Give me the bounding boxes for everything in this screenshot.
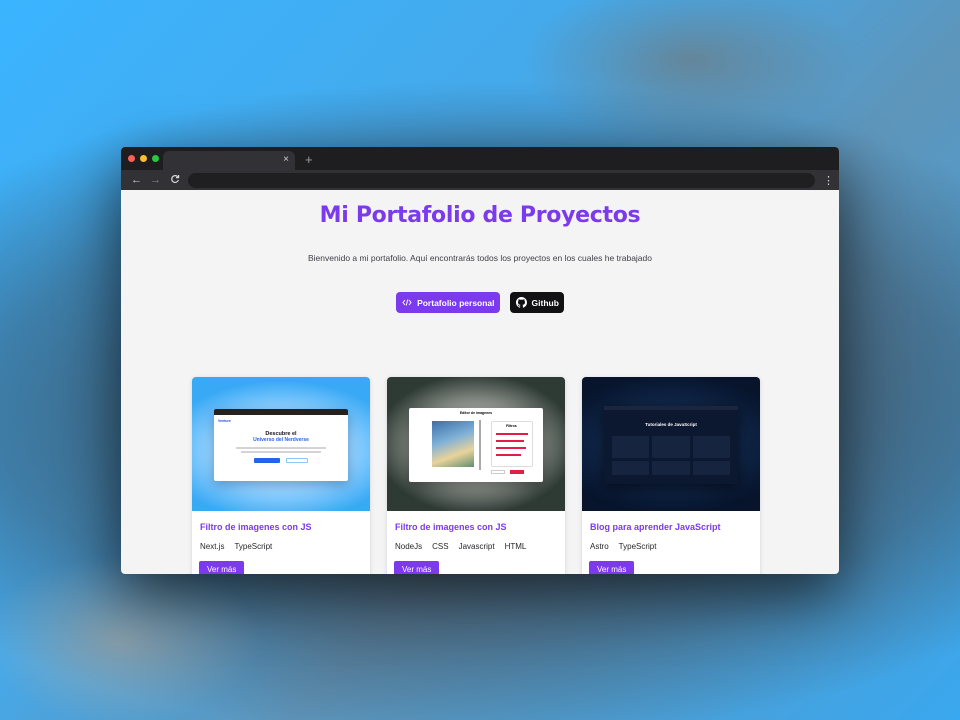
github-icon xyxy=(515,297,527,308)
back-arrow-icon[interactable]: ← xyxy=(127,174,146,186)
address-bar[interactable] xyxy=(188,172,815,188)
portfolio-page: Mi Portafolio de Proyectos Bienvenido a … xyxy=(121,190,839,574)
project-title: Filtro de imagenes con JS xyxy=(200,522,312,532)
project-thumbnail[interactable]: Tutoriales de JavaScript xyxy=(582,377,760,511)
browser-window: × + ← → ⋮ Mi Portafolio de Proyectos Bie… xyxy=(121,147,839,574)
preview-brand: Venture xyxy=(218,419,231,423)
project-card: Tutoriales de JavaScript Blog para apren… xyxy=(582,377,760,574)
project-thumbnail[interactable]: Venture Descubre el Universo del Nerdver… xyxy=(192,377,370,511)
page-title: Mi Portafolio de Proyectos xyxy=(319,203,641,228)
project-tag: CSS xyxy=(432,542,449,551)
browser-toolbar: ← → ⋮ xyxy=(121,170,839,190)
view-more-button[interactable]: Ver más xyxy=(394,561,440,574)
project-tag: Astro xyxy=(590,542,609,551)
github-button-label: Github xyxy=(531,297,559,308)
project-card: Venture Descubre el Universo del Nerdver… xyxy=(192,377,370,574)
view-more-button[interactable]: Ver más xyxy=(199,561,245,574)
portfolio-button-label: Portafolio personal xyxy=(417,297,495,308)
thumbnail-screenshot: Editor de imagenes Filtros xyxy=(409,408,543,482)
tab-close-icon[interactable]: × xyxy=(283,154,289,166)
thumbnail-screenshot: Venture Descubre el Universo del Nerdver… xyxy=(214,409,348,481)
new-tab-icon[interactable]: + xyxy=(305,153,313,167)
thumbnail-screenshot: Tutoriales de JavaScript xyxy=(604,406,738,484)
project-tag: TypeScript xyxy=(234,542,273,551)
github-button[interactable]: Github xyxy=(509,292,564,313)
preview-heading: Editor de imagenes xyxy=(459,411,493,415)
code-icon xyxy=(402,298,412,307)
project-thumbnail[interactable]: Editor de imagenes Filtros xyxy=(387,377,565,511)
window-controls xyxy=(128,155,159,162)
preview-heading: Tutoriales de JavaScript xyxy=(645,422,697,427)
intro-text: Bienvenido a mi portafolio. Aquí encontr… xyxy=(308,253,652,263)
close-window-dot[interactable] xyxy=(128,155,135,162)
project-card: Editor de imagenes Filtros Filtro de ima… xyxy=(387,377,565,574)
view-more-button[interactable]: Ver más xyxy=(589,561,635,574)
project-title: Filtro de imagenes con JS xyxy=(395,522,507,532)
project-tag: Javascript xyxy=(458,542,495,551)
project-tags: Next.js TypeScript xyxy=(200,542,362,551)
project-tag: HTML xyxy=(504,542,527,551)
maximize-window-dot[interactable] xyxy=(152,155,159,162)
portfolio-button[interactable]: Portafolio personal xyxy=(396,292,500,313)
minimize-window-dot[interactable] xyxy=(140,155,147,162)
browser-tab[interactable]: × xyxy=(163,151,295,170)
header-buttons: Portafolio personal Github xyxy=(121,292,839,313)
project-tag: Next.js xyxy=(200,542,225,551)
reload-icon[interactable] xyxy=(165,174,184,187)
preview-panel: Filtros xyxy=(506,424,517,428)
browser-menu-icon[interactable]: ⋮ xyxy=(823,174,834,187)
forward-arrow-icon[interactable]: → xyxy=(146,174,165,186)
project-tag: NodeJs xyxy=(395,542,423,551)
project-tags: NodeJs CSS Javascript HTML xyxy=(395,542,557,551)
project-tags: Astro TypeScript xyxy=(590,542,752,551)
preview-highlight: Universo del Nerdverse xyxy=(253,437,309,443)
browser-tabbar: × + xyxy=(121,147,839,170)
project-title: Blog para aprender JavaScript xyxy=(590,522,721,532)
project-tag: TypeScript xyxy=(618,542,657,551)
